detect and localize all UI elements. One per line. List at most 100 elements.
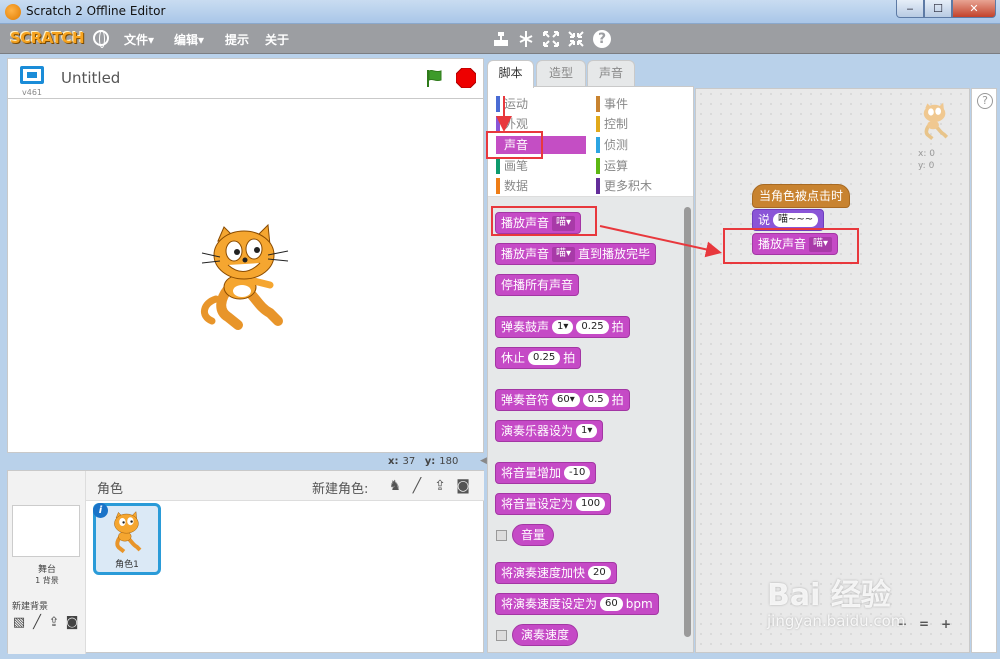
scratch-logo[interactable]: SCRATCH (10, 29, 85, 47)
delete-icon[interactable] (517, 30, 535, 48)
beats-input[interactable]: 0.5 (582, 393, 609, 407)
volume-delta-input[interactable]: -10 (564, 466, 591, 480)
tab-scripts[interactable]: 脚本 (487, 60, 534, 88)
menu-file[interactable]: 文件▾ (124, 31, 154, 48)
change-tempo-block[interactable]: 将演奏速度加快 20 (495, 562, 617, 584)
version-label: v461 (22, 88, 43, 97)
tempo-monitor-checkbox[interactable] (496, 630, 507, 641)
maximize-button[interactable]: ☐ (924, 0, 952, 18)
block-palette: 运动 外观 声音 画笔 数据 事件 控制 侦测 运算 更多积木 播放声音 喵▾ … (487, 86, 694, 653)
duplicate-icon[interactable] (492, 30, 510, 48)
category-sensing[interactable]: 侦测 (596, 136, 628, 154)
category-operators[interactable]: 运算 (596, 157, 628, 175)
paint-backdrop-icon[interactable]: ▧ (11, 615, 27, 631)
category-more-blocks[interactable]: 更多积木 (596, 177, 652, 195)
volume-reporter-block[interactable]: 音量 (512, 524, 555, 546)
category-events[interactable]: 事件 (596, 95, 628, 113)
zoom-in-icon[interactable]: + (938, 616, 954, 632)
stop-sign-icon[interactable] (456, 68, 476, 88)
instrument-dropdown[interactable]: 1▾ (576, 424, 598, 438)
draw-backdrop-icon[interactable]: ╱ (29, 615, 45, 631)
camera-sprite-icon[interactable]: ◙ (454, 477, 472, 495)
help-strip: ? (971, 88, 997, 653)
paint-sprite-icon[interactable]: ╱ (408, 477, 426, 495)
rest-block[interactable]: 休止 0.25 拍 (495, 347, 582, 369)
palette-scrollbar[interactable] (684, 207, 691, 637)
note-dropdown[interactable]: 60▾ (552, 393, 580, 407)
tab-sounds[interactable]: 声音 (587, 60, 635, 86)
cat-sprite-icon[interactable] (198, 221, 298, 331)
current-sprite-icon (923, 102, 949, 141)
shrink-icon[interactable] (567, 30, 585, 48)
script-play-sound-block[interactable]: 播放声音 喵▾ (752, 233, 839, 255)
scratch-app-icon (5, 4, 21, 20)
say-text-input[interactable]: 喵~~~ (773, 213, 819, 227)
block-help-icon[interactable]: ? (977, 93, 993, 109)
block-label: 弹奏音符 (501, 393, 550, 407)
stage-thumbnail[interactable] (12, 505, 80, 557)
upload-backdrop-icon[interactable]: ⇪ (46, 615, 62, 631)
tempo-input[interactable]: 60 (600, 597, 623, 611)
block-label: 播放声音 (758, 237, 807, 251)
category-motion[interactable]: 运动 (496, 95, 528, 113)
block-label: 拍 (563, 351, 576, 365)
category-data[interactable]: 数据 (496, 177, 528, 195)
sprite-tile[interactable]: i 角色1 (93, 503, 161, 575)
drum-dropdown[interactable]: 1▾ (552, 320, 574, 334)
set-tempo-block[interactable]: 将演奏速度设定为 60 bpm (495, 593, 659, 615)
minimize-button[interactable]: ‒ (896, 0, 924, 18)
info-icon[interactable]: i (93, 503, 108, 518)
category-control[interactable]: 控制 (596, 115, 628, 133)
play-sound-until-done-block[interactable]: 播放声音 喵▾ 直到播放完毕 (495, 243, 657, 265)
sprite-library-icon[interactable]: ♞ (386, 477, 404, 495)
upload-sprite-icon[interactable]: ⇪ (431, 477, 449, 495)
menu-edit[interactable]: 编辑▾ (174, 31, 204, 48)
grow-icon[interactable] (542, 30, 560, 48)
block-label: 演奏速度 (521, 628, 570, 642)
volume-monitor-checkbox[interactable] (496, 530, 507, 541)
sound-dropdown[interactable]: 喵▾ (552, 215, 576, 231)
say-block[interactable]: 说 喵~~~ (752, 209, 825, 231)
tempo-reporter-block[interactable]: 演奏速度 (512, 624, 579, 646)
camera-backdrop-icon[interactable]: ◙ (64, 615, 80, 631)
play-sound-block[interactable]: 播放声音 喵▾ (495, 212, 582, 234)
language-globe-icon[interactable] (93, 30, 109, 48)
sound-dropdown[interactable]: 喵▾ (552, 246, 576, 262)
stage-label: 舞台 (37, 565, 56, 575)
category-looks[interactable]: 外观 (496, 115, 528, 133)
tab-costumes[interactable]: 造型 (536, 60, 586, 86)
play-drum-block[interactable]: 弹奏鼓声 1▾ 0.25 拍 (495, 316, 630, 338)
category-list: 运动 外观 声音 画笔 数据 事件 控制 侦测 运算 更多积木 (488, 87, 693, 197)
backdrop-count: 1 背景 (35, 576, 59, 585)
when-sprite-clicked-hat-block[interactable]: 当角色被点击时 (752, 184, 851, 208)
play-note-block[interactable]: 弹奏音符 60▾ 0.5 拍 (495, 389, 630, 411)
volume-input[interactable]: 100 (576, 497, 606, 511)
set-instrument-block[interactable]: 演奏乐器设为 1▾ (495, 420, 604, 442)
block-label: 将音量设定为 (501, 497, 574, 511)
set-volume-block[interactable]: 将音量设定为 100 (495, 493, 612, 515)
block-label: 说 (758, 213, 771, 227)
zoom-reset-icon[interactable]: = (916, 616, 932, 632)
block-label: 将音量增加 (501, 466, 562, 480)
green-flag-icon[interactable] (424, 68, 444, 88)
category-sound[interactable]: 声音 (496, 136, 586, 154)
sprite-pane: 舞台 1 背景 新建背景 ▧ ╱ ⇪ ◙ 角色 新建角色: ♞ ╱ ⇪ ◙ i … (7, 470, 484, 654)
block-label: 拍 (611, 320, 624, 334)
beats-input[interactable]: 0.25 (528, 351, 561, 365)
beats-input[interactable]: 0.25 (576, 320, 609, 334)
fullscreen-icon[interactable] (20, 66, 44, 84)
help-icon[interactable]: ? (593, 30, 611, 48)
window-controls: ‒ ☐ ✕ (896, 0, 996, 18)
project-title[interactable]: Untitled (61, 69, 120, 87)
scripts-area[interactable]: x: 0 y: 0 当角色被点击时 说 喵~~~ 播放声音 喵▾ − = + (695, 88, 970, 653)
menu-about[interactable]: 关于 (265, 31, 289, 48)
stage-canvas[interactable] (7, 98, 484, 453)
sprite-pane-header: 角色 新建角色: ♞ ╱ ⇪ ◙ (86, 471, 484, 501)
menu-tips[interactable]: 提示 (225, 31, 249, 48)
sound-dropdown[interactable]: 喵▾ (809, 236, 833, 252)
stop-all-sounds-block[interactable]: 停播所有声音 (495, 274, 580, 296)
category-pen[interactable]: 画笔 (496, 157, 528, 175)
change-volume-block[interactable]: 将音量增加 -10 (495, 462, 597, 484)
close-button[interactable]: ✕ (952, 0, 996, 18)
tempo-delta-input[interactable]: 20 (588, 566, 611, 580)
